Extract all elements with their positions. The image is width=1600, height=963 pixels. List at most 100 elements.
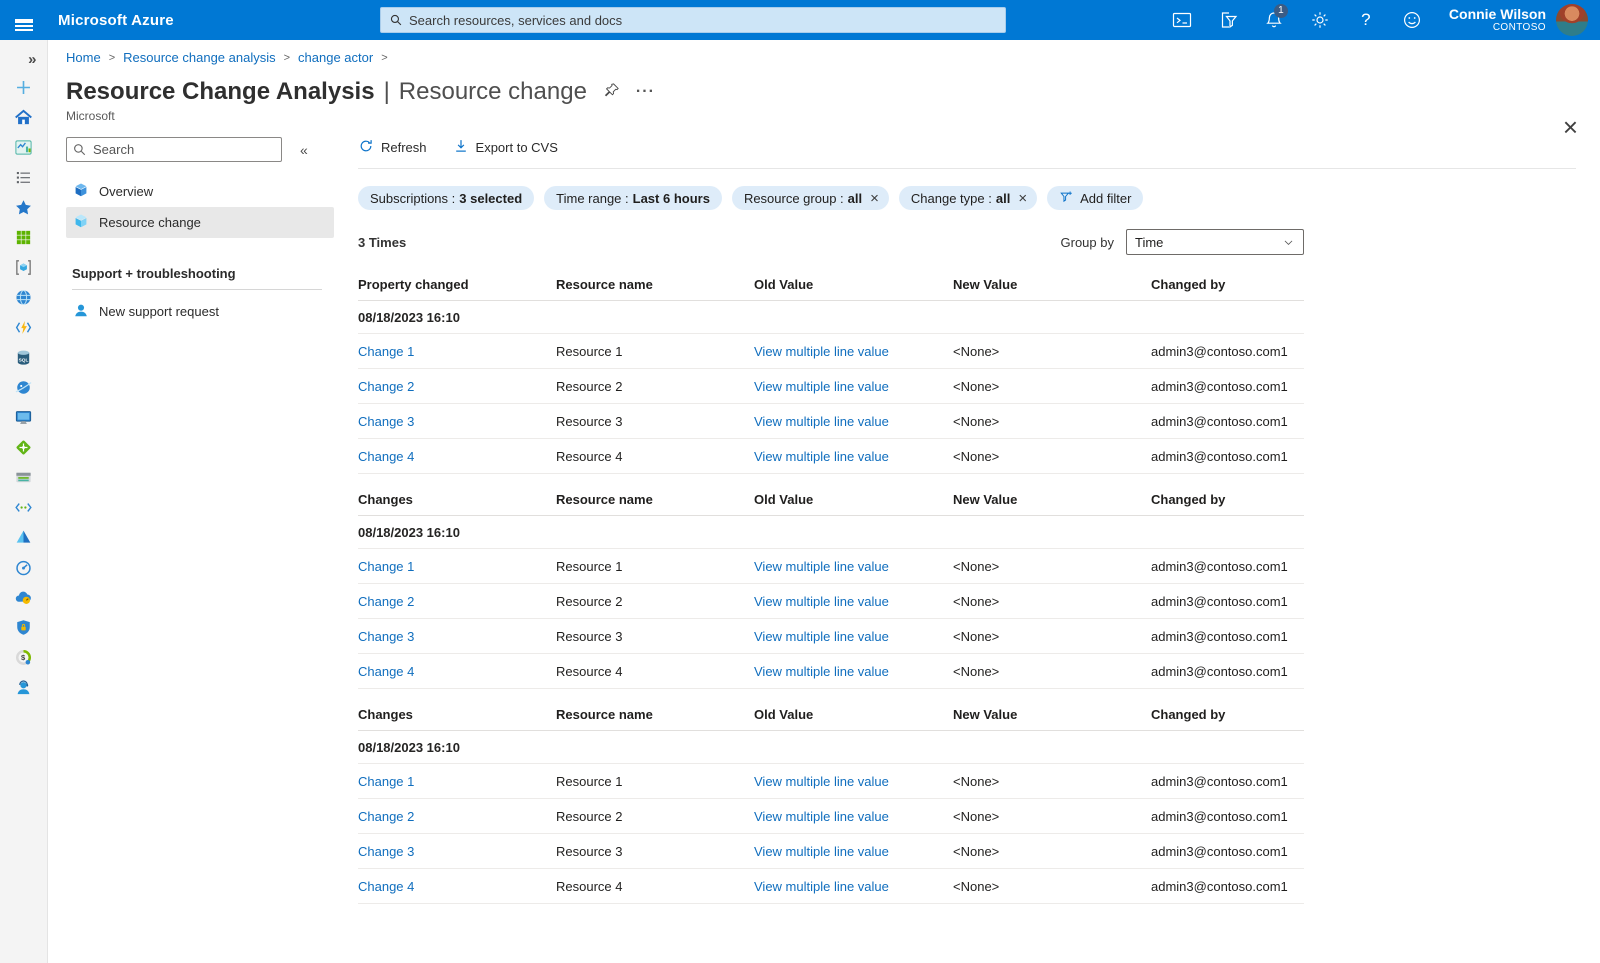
resource-name-cell: Resource 3 [556,628,623,644]
topbar-directory-filter-icon[interactable] [1205,0,1251,40]
rail-item-all-resources[interactable] [2,224,46,254]
remove-filter-icon[interactable]: × [870,191,879,206]
rail-item-resource-groups[interactable] [2,254,46,284]
breadcrumb-link[interactable]: Resource change analysis [123,50,275,65]
old-value-link[interactable]: View multiple line value [754,774,953,789]
old-value-link[interactable]: View multiple line value [754,414,953,429]
table-header-row: Changes Resource name Old Value New Value Ch… [358,698,1304,731]
group-by-select[interactable]: Time [1126,229,1304,255]
column-header: New Value [953,276,1018,292]
menu-search-input[interactable] [66,137,282,162]
filter-value: Last 6 hours [632,190,710,206]
group-date-row: 08/18/2023 16:10 [358,301,1304,334]
rail-item-function-app[interactable] [2,314,46,344]
change-link[interactable]: Change 2 [358,809,556,824]
old-value-link[interactable]: View multiple line value [754,879,953,894]
breadcrumb-link[interactable]: change actor [298,50,373,65]
rail-item-sql-database[interactable]: SQL [2,344,46,374]
topbar-help-icon[interactable]: ? [1343,0,1389,40]
old-value-link[interactable]: View multiple line value [754,594,953,609]
rail-item-load-balancer[interactable] [2,434,46,464]
change-link[interactable]: Change 4 [358,664,556,679]
sidebar-item-overview[interactable]: Overview [66,176,334,207]
rail-item-cosmos-db[interactable] [2,374,46,404]
collapse-menu-icon[interactable]: « [300,142,308,158]
change-link[interactable]: Change 2 [358,594,556,609]
column-header: Old Value [754,706,814,722]
rail-item-advisor[interactable] [2,584,46,614]
avatar[interactable] [1556,4,1588,36]
filter-pill-2[interactable]: Time range : Last 6 hours [544,186,722,210]
rail-item-dashboard[interactable] [2,134,46,164]
topbar-settings-icon[interactable] [1297,0,1343,40]
new-value-cell: <None> [953,378,1000,394]
table-row: Change 1 Resource 1 View multiple line val… [358,549,1304,584]
change-link[interactable]: Change 1 [358,559,556,574]
account-info: Connie Wilson CONTOSO [1449,6,1546,34]
add-filter-button[interactable]: Add filter [1047,186,1144,210]
rail-item-create-resource[interactable] [2,74,46,104]
rail-item-azure-ad[interactable] [2,524,46,554]
hamburger-menu-icon[interactable] [0,0,48,40]
changed-by-cell: admin3@contoso.com1 [1151,878,1288,894]
filter-pill-4[interactable]: Change type : all × [898,186,1038,210]
breadcrumb-link[interactable]: Home [66,50,101,65]
sidebar-item-resource-change[interactable]: Resource change [66,207,334,238]
create-resource-icon [14,78,33,100]
change-link[interactable]: Change 1 [358,344,556,359]
page-title: Resource Change Analysis | Resource chan… [66,78,587,105]
rail-item-security-center[interactable] [2,614,46,644]
refresh-button[interactable]: Refresh [358,138,427,157]
pin-icon[interactable] [603,82,620,102]
filter-pill-3[interactable]: Resource group : all × [731,186,889,210]
old-value-link[interactable]: View multiple line value [754,629,953,644]
user-name: Connie Wilson [1448,6,1546,23]
old-value-link[interactable]: View multiple line value [754,809,953,824]
rail-item-favorites[interactable] [2,194,46,224]
home-icon [14,108,33,130]
filter-label: Subscriptions : [370,190,456,206]
topbar-cloud-shell-icon[interactable] [1159,0,1205,40]
rail-item-home[interactable] [2,104,46,134]
old-value-link[interactable]: View multiple line value [754,379,953,394]
brand-title: Microsoft Azure [58,11,174,29]
rail-item-all-services[interactable] [2,164,46,194]
topbar-notifications-icon[interactable]: 1 [1251,0,1297,40]
sidebar-item-new-support-request[interactable]: New support request [66,296,334,327]
more-options-icon[interactable]: ··· [636,83,655,101]
export-button[interactable]: Export to CVS [453,138,558,157]
storage-account-icon [14,468,33,490]
filter-bar: Subscriptions :3 selected Time range : Las… [358,186,1576,210]
divider [358,168,1576,169]
old-value-link[interactable]: View multiple line value [754,559,953,574]
change-link[interactable]: Change 4 [358,449,556,464]
close-icon[interactable]: × [1563,114,1578,140]
remove-filter-icon[interactable]: × [1018,191,1027,206]
change-link[interactable]: Change 3 [358,629,556,644]
global-search-input[interactable] [409,12,997,28]
old-value-link[interactable]: View multiple line value [754,844,953,859]
rail-item-virtual-machine[interactable] [2,404,46,434]
rail-item-monitor[interactable] [2,554,46,584]
change-link[interactable]: Change 3 [358,414,556,429]
change-link[interactable]: Change 1 [358,774,556,789]
filter-pill-1[interactable]: Subscriptions :3 selected [358,186,535,210]
rail-expand-button[interactable]: » [2,44,46,74]
rail-item-storage-account[interactable] [2,464,46,494]
topbar-feedback-icon[interactable] [1389,0,1435,40]
new-value-cell: <None> [953,593,1000,609]
table-group: Changes Resource name Old Value New Value Ch… [358,698,1304,904]
old-value-link[interactable]: View multiple line value [754,664,953,679]
new-value-cell: <None> [953,808,1000,824]
change-link[interactable]: Change 4 [358,879,556,894]
rail-item-app-services[interactable] [2,284,46,314]
change-link[interactable]: Change 3 [358,844,556,859]
old-value-link[interactable]: View multiple line value [754,344,953,359]
resource-groups-icon [14,258,33,280]
rail-item-help-support[interactable] [2,674,46,704]
old-value-link[interactable]: View multiple line value [754,449,953,464]
monitor-icon [14,558,33,580]
rail-item-virtual-network[interactable] [2,494,46,524]
change-link[interactable]: Change 2 [358,379,556,394]
rail-item-cost-management[interactable]: $ [2,644,46,674]
